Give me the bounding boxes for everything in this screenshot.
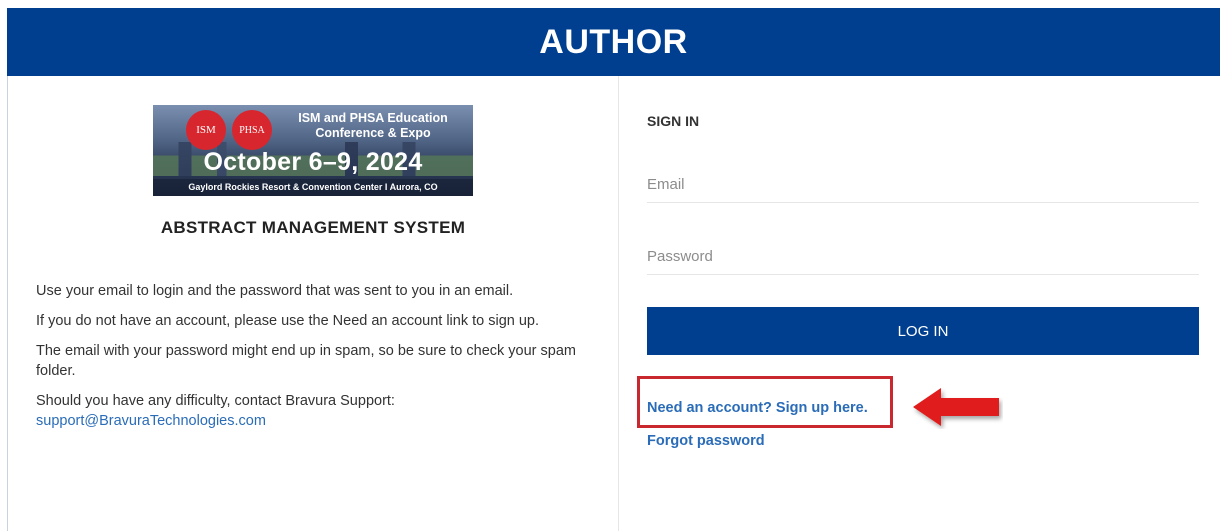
phsa-logo: PHSA	[232, 110, 272, 150]
support-label: Should you have any difficulty, contact …	[36, 393, 395, 409]
conference-banner: ISM PHSA ISM and PHSA Education Conferen…	[153, 105, 473, 196]
banner-event-name: ISM and PHSA Education Conference & Expo	[278, 111, 468, 141]
instruction-text: The email with your password might end u…	[36, 343, 576, 379]
signin-heading: SIGN IN	[647, 113, 700, 129]
instruction-text: If you do not have an account, please us…	[36, 313, 540, 329]
login-instructions: Use your email to login and the password…	[36, 281, 596, 441]
left-arrow-icon	[913, 388, 999, 426]
system-title: ABSTRACT MANAGEMENT SYSTEM	[160, 218, 466, 237]
instruction-text: Use your email to login and the password…	[36, 283, 514, 299]
banner-event-line1: ISM and PHSA Education	[298, 111, 448, 125]
info-panel: ISM PHSA ISM and PHSA Education Conferen…	[8, 76, 618, 531]
ism-logo: ISM	[186, 110, 226, 150]
page-title: AUTHOR	[539, 22, 688, 61]
banner-dates: October 6–9, 2024	[203, 148, 423, 176]
banner-venue: Gaylord Rockies Resort & Convention Cent…	[153, 179, 473, 196]
support-text: Should you have any difficulty, contact …	[36, 391, 596, 431]
signin-panel: SIGN IN LOG IN Need an account? Sign up …	[619, 76, 1220, 531]
forgot-password-link[interactable]: Forgot password	[647, 433, 765, 449]
login-button[interactable]: LOG IN	[647, 307, 1199, 355]
signup-link[interactable]: Need an account? Sign up here.	[647, 400, 868, 416]
banner-event-line2: Conference & Expo	[315, 126, 431, 140]
support-email-link[interactable]: support@BravuraTechnologies.com	[36, 413, 266, 429]
password-field[interactable]	[647, 238, 1199, 275]
page-header: AUTHOR	[7, 8, 1220, 76]
email-field[interactable]	[647, 166, 1199, 203]
